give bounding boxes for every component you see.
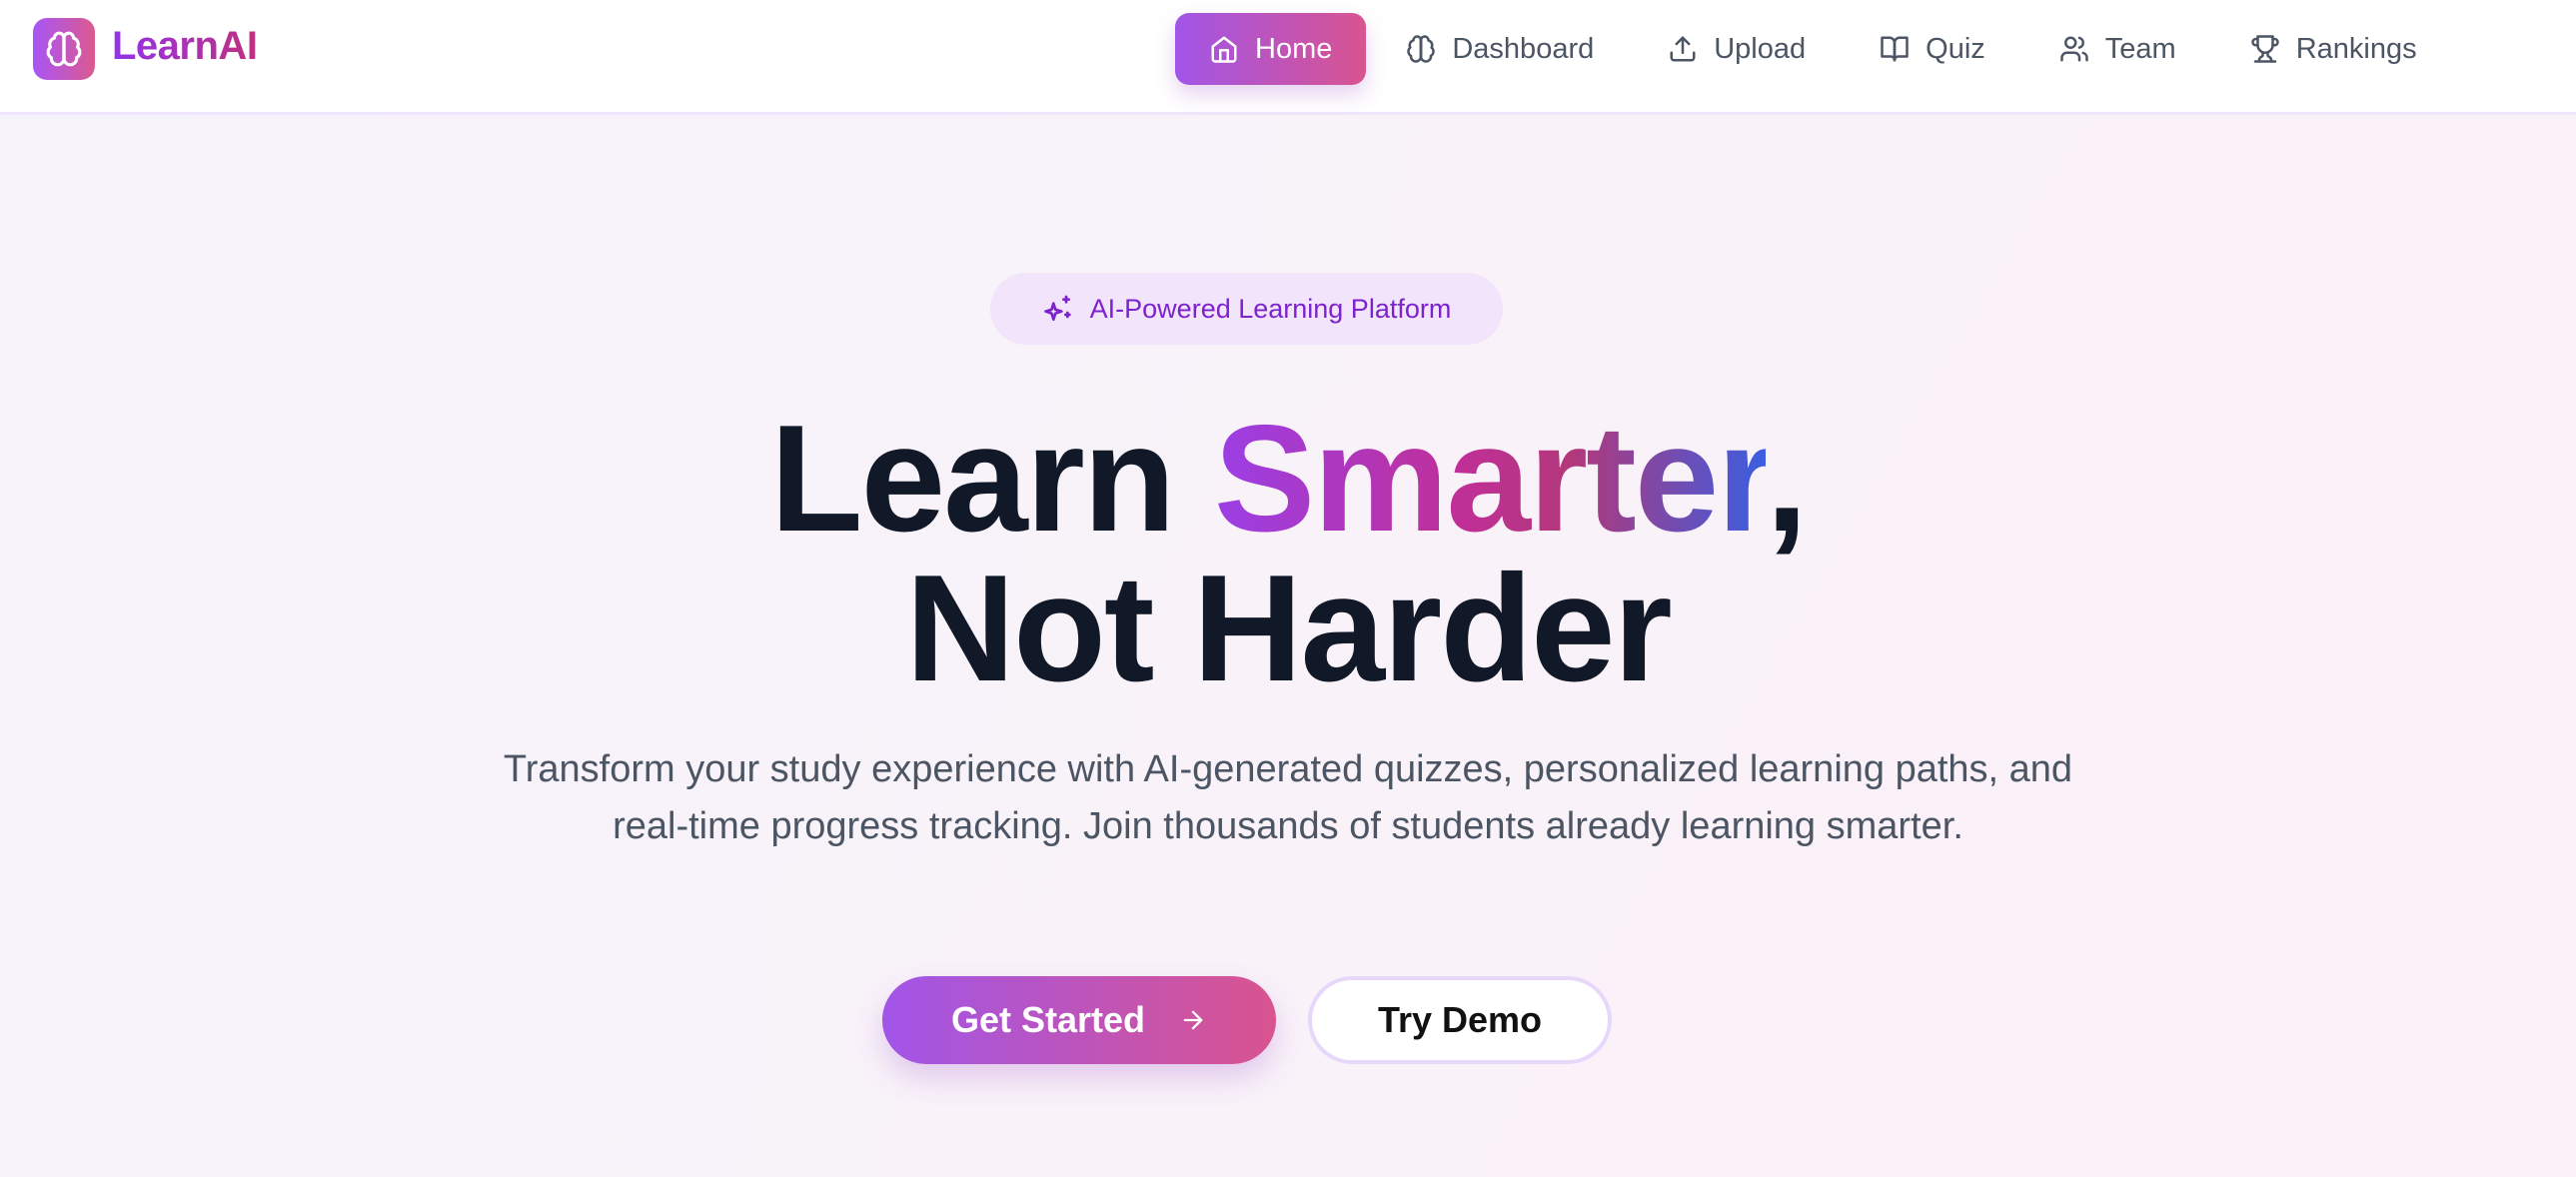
try-demo-button[interactable]: Try Demo [1308,976,1612,1064]
hero-title-line2: Not Harder [905,544,1672,713]
hero-badge: AI-Powered Learning Platform [990,273,1503,345]
nav-item-rankings[interactable]: Rankings [2216,13,2451,85]
sparkles-icon [1043,295,1071,321]
hero-title-line1: Learn Smarter, [0,403,2576,555]
upload-icon [1670,36,1696,62]
nav-menu: Home Dashboard Upload Quiz Team Rankings [1175,13,2457,85]
nav-item-upload[interactable]: Upload [1634,13,1840,85]
nav-item-label: Upload [1714,32,1807,65]
get-started-label: Get Started [950,999,1146,1040]
arrow-right-icon [1183,1010,1203,1030]
title-pre: Learn [769,394,1214,564]
nav-item-label: Rankings [2295,32,2417,65]
brand-name[interactable]: LearnAI [112,24,258,69]
nav-item-label: Quiz [1926,32,1985,65]
nav-item-label: Team [2104,32,2176,65]
book-open-icon [1881,36,1909,62]
trophy-icon [2251,35,2279,63]
badge-text: AI-Powered Learning Platform [1089,293,1452,324]
top-navbar: LearnAI Home Dashboard Upload Quiz Team … [0,0,2576,115]
users-icon [2060,36,2088,62]
brain-icon [46,31,82,67]
nav-item-team[interactable]: Team [2025,13,2210,85]
brain-icon [1407,35,1436,63]
hero-description: Transform your study experience with AI-… [503,748,2073,847]
title-comma: , [1766,394,1808,564]
nav-item-quiz[interactable]: Quiz [1846,13,2019,85]
home-icon [1211,36,1237,63]
nav-item-home[interactable]: Home [1175,13,1367,85]
nav-item-label: Home [1255,32,1333,65]
get-started-button[interactable]: Get Started [882,976,1276,1064]
title-highlight: Smarter [1213,394,1768,564]
nav-item-label: Dashboard [1452,32,1595,65]
nav-item-dashboard[interactable]: Dashboard [1372,13,1628,85]
logo[interactable] [33,18,95,80]
